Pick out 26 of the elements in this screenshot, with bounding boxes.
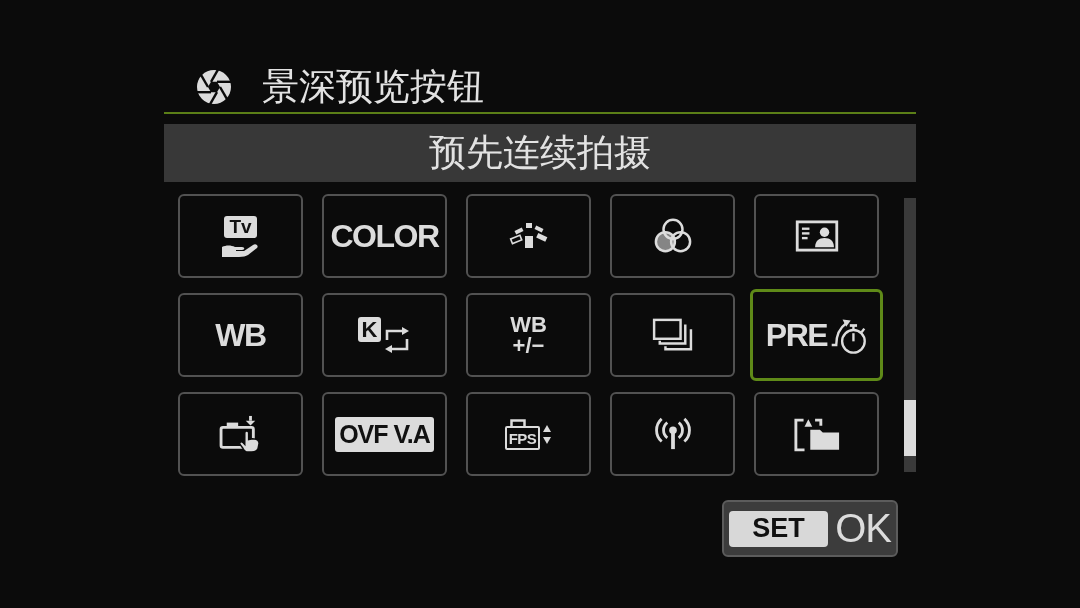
function-button[interactable] (754, 392, 879, 476)
up-down-triangles-icon (542, 424, 553, 446)
camera-top-icon (509, 418, 526, 426)
assigned-function-label: 预先连续拍摄 (164, 124, 916, 182)
portrait-card-icon (794, 220, 839, 252)
function-button[interactable] (178, 392, 303, 476)
light-burst-icon (508, 223, 549, 249)
function-button[interactable] (610, 293, 735, 377)
function-button[interactable] (610, 392, 735, 476)
stacked-frames-icon (651, 318, 694, 352)
function-button[interactable]: K (322, 293, 447, 377)
function-button[interactable]: PRE (750, 289, 883, 381)
function-button[interactable] (466, 194, 591, 278)
function-button[interactable]: OVF V.A (322, 392, 447, 476)
aperture-icon (196, 69, 232, 105)
function-button[interactable]: WB +/− (466, 293, 591, 377)
menu-title: 景深预览按钮 (262, 65, 484, 109)
function-button[interactable]: Tv (178, 194, 303, 278)
function-button[interactable]: COLOR (322, 194, 447, 278)
function-button[interactable] (754, 194, 879, 278)
function-button[interactable]: FPS (466, 392, 591, 476)
scroll-thumb[interactable] (904, 400, 916, 456)
set-ok-button[interactable]: SET OK (722, 500, 898, 557)
function-button[interactable]: WB (178, 293, 303, 377)
folder-icon (792, 416, 841, 452)
function-button[interactable] (610, 194, 735, 278)
